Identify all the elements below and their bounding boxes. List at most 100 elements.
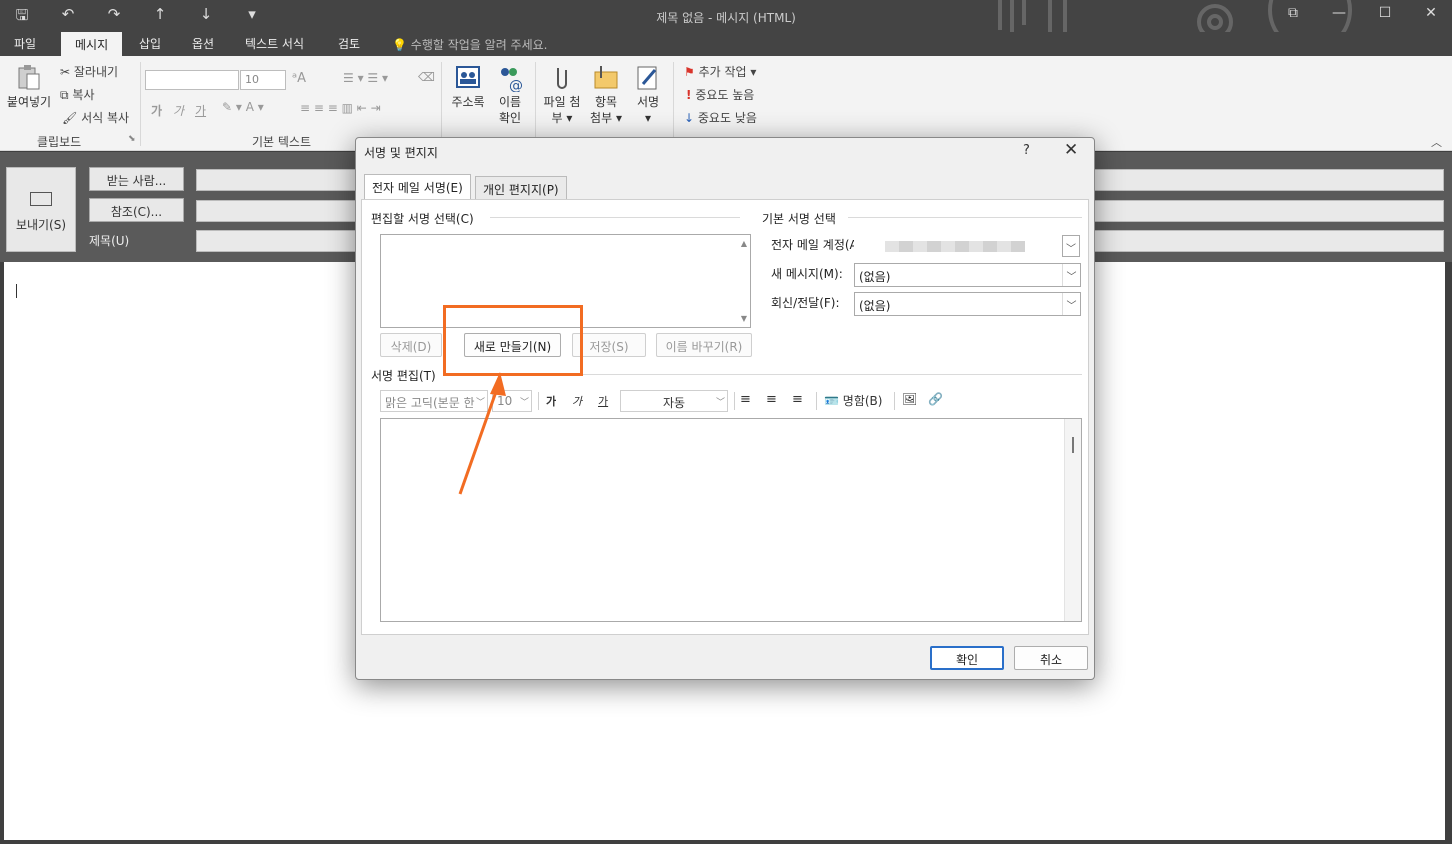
- flag-icon: ⚑: [684, 65, 695, 79]
- follow-up-label: 추가 작업: [698, 65, 747, 79]
- scissors-icon: ✂: [60, 65, 71, 79]
- toolbar-separator: [816, 392, 817, 410]
- follow-up-button[interactable]: ⚑ 추가 작업 ▾: [684, 63, 756, 80]
- section-divider: [490, 217, 740, 218]
- close-icon[interactable]: ✕: [1420, 5, 1442, 21]
- ok-button[interactable]: 확인: [930, 646, 1004, 670]
- highlight-icon[interactable]: ✎ ▾ A ▾: [222, 100, 264, 114]
- svg-text:@: @: [509, 78, 523, 92]
- bold-button[interactable]: 가: [546, 393, 556, 409]
- italic-button[interactable]: 가: [572, 393, 582, 409]
- ribbon-separator: [535, 62, 536, 146]
- replies-value: (없음): [859, 299, 891, 313]
- to-button[interactable]: 받는 사람...: [89, 167, 184, 191]
- toolbar-separator: [538, 392, 539, 410]
- check-names-label-1: 이름: [498, 95, 522, 109]
- signature-button[interactable]: 서명 ▾: [632, 64, 664, 126]
- grow-font-icon[interactable]: ᵃA: [292, 71, 306, 86]
- ribbon-display-icon[interactable]: ⧉: [1282, 5, 1304, 21]
- new-messages-label: 새 메시지(M):: [771, 267, 843, 281]
- basic-text-group-label: 기본 텍스트: [252, 135, 312, 149]
- underline-button[interactable]: 가: [195, 102, 206, 119]
- send-envelope-icon: [30, 192, 52, 206]
- clipboard-group-label: 클립보드: [37, 135, 82, 149]
- redacted-account: [885, 241, 1025, 252]
- edit-signature-label: 서명 편집(T): [371, 369, 436, 383]
- send-button[interactable]: 보내기(S): [6, 167, 76, 252]
- cc-button[interactable]: 참조(C)...: [89, 198, 184, 222]
- new-messages-select[interactable]: (없음) ﹀: [854, 263, 1081, 287]
- attach-file-button[interactable]: 파일 첨 부 ▾: [540, 64, 584, 126]
- replies-select[interactable]: (없음) ﹀: [854, 292, 1081, 316]
- ribbon-separator: [673, 62, 674, 146]
- dialog-close-icon[interactable]: ✕: [1064, 140, 1078, 160]
- envelope-attach-icon: [594, 66, 618, 89]
- save-button[interactable]: 저장(S): [572, 333, 646, 357]
- editor-scrollbar[interactable]: [1064, 419, 1081, 621]
- help-icon[interactable]: ?: [1023, 143, 1030, 158]
- font-size-combo[interactable]: 10: [240, 70, 286, 90]
- collapse-ribbon-icon[interactable]: ︿: [1431, 134, 1442, 150]
- align-center-icon[interactable]: ≡: [766, 392, 777, 407]
- underline-button[interactable]: 가: [598, 393, 608, 409]
- rename-button[interactable]: 이름 바꾸기(R): [656, 333, 752, 357]
- tab-email-signature[interactable]: 전자 메일 서명(E): [364, 174, 471, 201]
- cancel-button[interactable]: 취소: [1014, 646, 1088, 670]
- email-account-select[interactable]: ﹀: [854, 234, 1081, 258]
- cut-button[interactable]: ✂ 잘라내기: [60, 63, 118, 80]
- tab-message[interactable]: 메시지: [61, 32, 123, 56]
- attach-file-label-1: 파일 첨: [543, 95, 581, 109]
- annotation-arrow-icon: [458, 372, 506, 495]
- maximize-icon[interactable]: ☐: [1374, 5, 1396, 21]
- font-name-combo[interactable]: [145, 70, 239, 90]
- high-importance-label: 중요도 높음: [695, 88, 755, 102]
- tab-options[interactable]: 옵션: [192, 35, 214, 52]
- low-importance-button[interactable]: ↓ 중요도 낮음: [684, 109, 757, 126]
- copy-button[interactable]: ⧉ 복사: [60, 86, 95, 103]
- down-arrow-importance-icon: ↓: [684, 111, 695, 125]
- tab-review[interactable]: 검토: [338, 35, 360, 52]
- bold-button[interactable]: 가: [151, 102, 162, 119]
- tab-format-text[interactable]: 텍스트 서식: [245, 35, 304, 52]
- italic-button[interactable]: 가: [173, 102, 184, 119]
- replies-label: 회신/전달(F):: [771, 296, 840, 310]
- ribbon-separator: [140, 62, 141, 146]
- font-color-select[interactable]: 자동 ﹀: [620, 390, 728, 412]
- delete-button[interactable]: 삭제(D): [380, 333, 442, 357]
- attach-item-button[interactable]: 항목 첨부 ▾: [588, 64, 624, 126]
- text-cursor: [16, 284, 17, 298]
- tab-personal-stationery[interactable]: 개인 편지지(P): [475, 176, 567, 200]
- signature-label: 서명: [636, 95, 660, 109]
- bullets-icon[interactable]: ☰ ▾ ☰ ▾: [343, 71, 388, 85]
- tab-file[interactable]: 파일: [14, 35, 36, 52]
- signature-icon: [637, 66, 657, 90]
- tell-me-box[interactable]: 💡 수행할 작업을 알려 주세요.: [392, 36, 547, 53]
- scroll-down-icon[interactable]: ▼: [741, 314, 747, 323]
- format-painter-button[interactable]: 🖌 서식 복사: [62, 109, 129, 126]
- hyperlink-icon[interactable]: 🔗: [928, 392, 943, 406]
- tab-insert[interactable]: 삽입: [139, 35, 161, 52]
- chevron-down-icon: ﹀: [1062, 264, 1080, 286]
- check-names-icon: @: [501, 68, 523, 92]
- check-names-button[interactable]: @ 이름 확인: [492, 64, 528, 126]
- dialog-launcher-icon[interactable]: ⬊: [128, 134, 136, 144]
- clear-format-icon[interactable]: ⌫: [418, 70, 435, 84]
- default-signature-label: 기본 서명 선택: [762, 212, 836, 226]
- high-importance-button[interactable]: ! 중요도 높음: [686, 86, 754, 103]
- low-importance-label: 중요도 낮음: [697, 111, 757, 125]
- insert-picture-icon[interactable]: 🖼: [902, 392, 917, 406]
- address-book-button[interactable]: 주소록: [447, 64, 489, 110]
- align-icons[interactable]: ≡ ≡ ≡ ▥ ⇤ ⇥: [300, 101, 381, 115]
- dialog-title: 서명 및 편지지: [364, 146, 438, 160]
- paste-button[interactable]: 붙여넣기: [4, 64, 54, 110]
- align-right-icon[interactable]: ≡: [792, 392, 803, 407]
- copy-icon: ⧉: [60, 88, 69, 102]
- business-card-button[interactable]: 🪪 명함(B): [824, 392, 882, 409]
- scroll-up-icon[interactable]: ▲: [741, 239, 747, 248]
- minimize-icon[interactable]: —: [1328, 5, 1350, 21]
- paperclip-icon: [557, 68, 567, 89]
- tell-me-text: 수행할 작업을 알려 주세요.: [410, 38, 548, 52]
- send-label: 보내기(S): [15, 218, 67, 232]
- scrollbar-thumb[interactable]: [1072, 437, 1074, 453]
- align-left-icon[interactable]: ≡: [740, 392, 751, 407]
